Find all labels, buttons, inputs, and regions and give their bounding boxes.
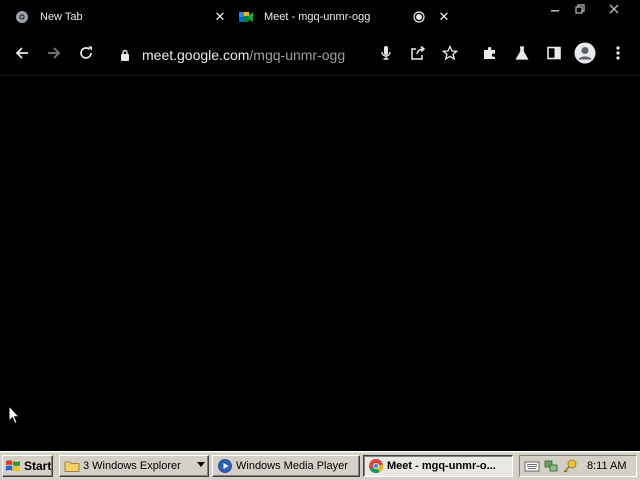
- taskbar-button-windows-explorer[interactable]: 3 Windows Explorer: [59, 455, 209, 477]
- windows-logo-icon: [6, 460, 20, 472]
- tab-title: Meet - mgq-unmr-ogg: [264, 11, 371, 23]
- back-button[interactable]: [10, 43, 34, 67]
- labs-button[interactable]: [510, 43, 534, 67]
- start-label: Start: [24, 459, 52, 473]
- taskbar-clock[interactable]: 8:11 AM: [587, 460, 627, 472]
- system-tray: 8:11 AM: [519, 455, 637, 477]
- security-key-icon[interactable]: [562, 458, 578, 474]
- puzzle-icon: [482, 45, 498, 66]
- share-icon: [410, 45, 426, 66]
- side-panel-icon: [546, 45, 562, 66]
- restore-button[interactable]: [569, 0, 591, 18]
- close-tab-icon[interactable]: ✕: [436, 9, 452, 25]
- media-player-icon: [218, 459, 232, 473]
- tab-strip: New Tab ✕ Meet - mgq-unmr-ogg ✕: [0, 0, 640, 34]
- start-button[interactable]: Start: [2, 455, 53, 477]
- tab-meet[interactable]: Meet - mgq-unmr-ogg ✕: [238, 0, 452, 34]
- browser-toolbar: meet.google.com/mgq-unmr-ogg: [0, 34, 640, 76]
- extensions-button[interactable]: [478, 43, 502, 67]
- taskbar-button-label: Windows Media Player: [236, 460, 348, 472]
- taskbar-button-media-player[interactable]: Windows Media Player: [212, 455, 360, 477]
- profile-icon: [574, 42, 596, 69]
- bookmark-button[interactable]: [438, 43, 462, 67]
- side-panel-button[interactable]: [542, 43, 566, 67]
- arrow-left-icon: [14, 45, 30, 66]
- url-text: meet.google.com/mgq-unmr-ogg: [142, 47, 345, 63]
- network-icon[interactable]: [543, 458, 559, 474]
- recording-icon: [412, 10, 426, 24]
- microphone-icon: [379, 45, 393, 66]
- star-icon: [441, 44, 459, 66]
- taskbar-button-meet[interactable]: Meet - mgq-unmr-o...: [363, 455, 513, 477]
- lock-icon[interactable]: [118, 48, 132, 62]
- tab-new-tab[interactable]: New Tab ✕: [14, 0, 228, 34]
- mouse-cursor-icon: [8, 405, 20, 425]
- taskbar: Start 3 Windows Explorer Windows Media P…: [0, 451, 640, 480]
- page-content[interactable]: [0, 77, 640, 450]
- tab-title: New Tab: [40, 11, 83, 23]
- flask-icon: [514, 45, 530, 66]
- reload-button[interactable]: [74, 43, 98, 67]
- microphone-button[interactable]: [374, 43, 398, 67]
- keyboard-icon[interactable]: [524, 458, 540, 474]
- chrome-icon: [14, 9, 30, 25]
- taskbar-button-label: 3 Windows Explorer: [83, 460, 181, 472]
- share-button[interactable]: [406, 43, 430, 67]
- url-host: meet.google.com: [142, 47, 250, 63]
- minimize-button[interactable]: [544, 0, 566, 18]
- kebab-menu-icon: [616, 45, 620, 66]
- folder-icon: [64, 461, 80, 472]
- reload-icon: [78, 45, 94, 66]
- url-path: /mgq-unmr-ogg: [249, 47, 346, 63]
- meet-icon: [238, 9, 254, 25]
- taskbar-button-label: Meet - mgq-unmr-o...: [387, 460, 496, 472]
- forward-button[interactable]: [42, 43, 66, 67]
- chevron-down-icon: [197, 462, 205, 467]
- arrow-right-icon: [46, 45, 62, 66]
- close-window-button[interactable]: [603, 0, 625, 18]
- chrome-icon: [369, 459, 384, 474]
- close-tab-icon[interactable]: ✕: [212, 9, 228, 25]
- profile-button[interactable]: [573, 42, 597, 69]
- menu-button[interactable]: [606, 43, 630, 67]
